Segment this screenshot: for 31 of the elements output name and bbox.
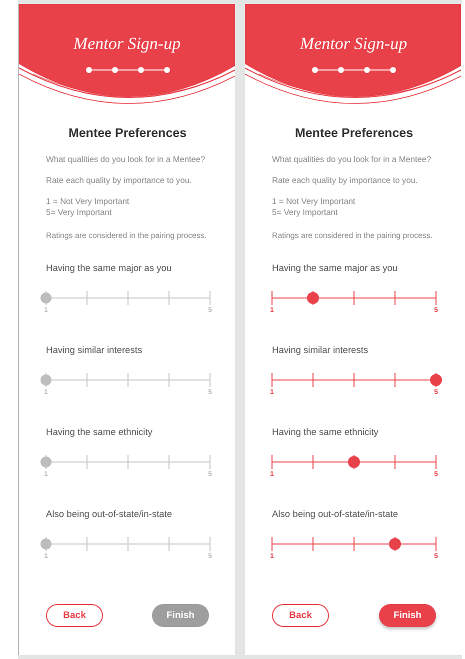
slider-thumb[interactable]: [40, 292, 52, 304]
instruction-text: What qualities do you look for in a Mentee?: [46, 154, 206, 165]
question-label: Having similar interests: [272, 344, 370, 356]
question-label: Having the same major as you: [46, 262, 173, 274]
app-title: Mentor Sign-up: [73, 34, 181, 54]
slider-thumb[interactable]: [307, 292, 319, 304]
scale-legend-text: 1 = Not Very Important: [272, 196, 356, 207]
question-label: Having similar interests: [46, 344, 144, 356]
finish-button[interactable]: Finish: [379, 604, 436, 627]
slider-thumb[interactable]: [430, 374, 442, 386]
question-label: Having the same major as you: [272, 262, 399, 274]
section-heading: Mentee Preferences: [294, 126, 414, 140]
question-label: Having the same ethnicity: [272, 426, 380, 438]
scale-legend-text: 5= Very Important: [272, 207, 339, 218]
slider-thumb[interactable]: [348, 456, 360, 468]
back-button[interactable]: Back: [46, 604, 103, 627]
section-heading: Mentee Preferences: [67, 126, 188, 140]
slider-thumb[interactable]: [40, 538, 52, 550]
app-title: Mentor Sign-up: [300, 34, 408, 54]
slider-thumb[interactable]: [40, 456, 52, 468]
scale-legend-text: 5= Very Important: [46, 207, 113, 218]
instruction-text: Rate each quality by importance to you.: [272, 175, 419, 186]
instruction-text: Rate each quality by importance to you.: [46, 175, 193, 186]
slider-thumb[interactable]: [40, 374, 52, 386]
question-label: Also being out-of-state/in-state: [46, 508, 174, 520]
question-label: Having the same ethnicity: [46, 426, 154, 438]
slider-thumb[interactable]: [389, 538, 401, 550]
question-label: Also being out-of-state/in-state: [272, 508, 400, 520]
scale-legend-text: 1 = Not Very Important: [46, 196, 130, 207]
back-button[interactable]: Back: [272, 604, 329, 627]
instruction-text: What qualities do you look for in a Mentee?: [272, 154, 432, 165]
